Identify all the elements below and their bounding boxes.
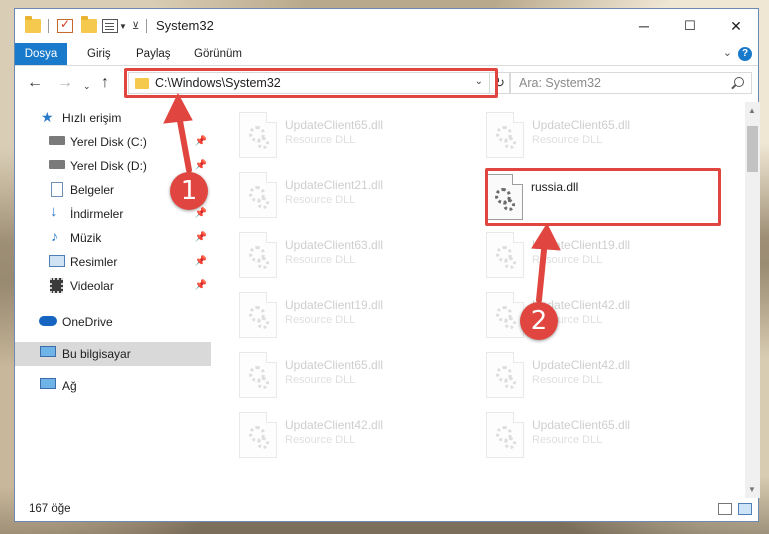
arrow-1-head	[163, 92, 193, 124]
step-badge-1: 1	[170, 172, 208, 210]
annotation-arrows	[163, 92, 561, 303]
arrow-2-head	[531, 222, 561, 251]
step-badge-2: 2	[520, 302, 558, 340]
